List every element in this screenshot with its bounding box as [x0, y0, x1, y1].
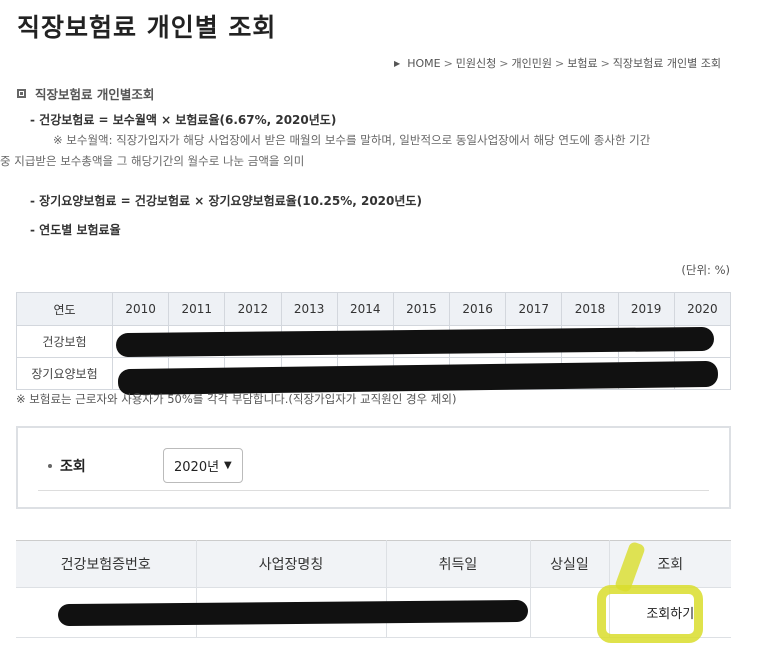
breadcrumb-separator: > [499, 56, 509, 70]
breadcrumb-item[interactable]: 개인민원 [512, 55, 552, 71]
rate-table-header-row: 연도 2010 2011 2012 2013 2014 2015 2016 20… [16, 292, 732, 326]
health-formula: - 건강보험료 = 보수월액 × 보험료율(6.67%, 2020년도) [30, 113, 337, 127]
breadcrumb-separator: > [554, 56, 565, 70]
salary-note: ※ 보수월액: 직장가입자가 해당 사업장에서 받은 매월의 보수를 말하며, … [0, 130, 651, 172]
year-cell: 2010 [111, 292, 170, 326]
search-label-text: 조회 [60, 459, 86, 475]
header-lost-date: 상실일 [530, 540, 610, 588]
page-title: 직장보험료 개인별 조회 [17, 13, 277, 42]
highlight-circle [597, 585, 703, 643]
salary-note-line1: ※ 보수월액: 직장가입자가 해당 사업장에서 받은 매월의 보수를 말하며, … [53, 133, 651, 147]
breadcrumb-separator: > [600, 56, 610, 70]
breadcrumb: ▶ HOME > 민원신청 > 개인민원 > 보험료 > 직장보험료 개인별 조회 [394, 55, 721, 71]
year-cell: 2014 [336, 292, 394, 326]
breadcrumb-separator: > [443, 56, 453, 70]
year-cell: 2017 [505, 292, 563, 326]
row-label-health: 건강보험 [16, 325, 113, 358]
square-bullet-icon [17, 89, 26, 98]
breadcrumb-current: 직장보험료 개인별 조회 [612, 57, 721, 70]
year-cell: 2016 [449, 292, 507, 326]
year-cell: 2020 [673, 292, 732, 326]
year-cell: 2018 [561, 292, 619, 326]
header-workplace: 사업장명칭 [196, 540, 387, 588]
year-select[interactable]: 2020년 ▼ [163, 448, 243, 483]
year-cell: 2013 [280, 292, 338, 326]
year-cell: 2015 [392, 292, 451, 326]
breadcrumb-home[interactable]: HOME [407, 57, 440, 70]
row-label-ltc: 장기요양보험 [16, 357, 113, 390]
year-select-value: 2020년 [174, 460, 220, 475]
header-acquired-date: 취득일 [386, 540, 531, 588]
footnote: ※ 보험료는 근로자와 사용자가 50%를 각각 부담합니다.(직장가입자가 교… [16, 392, 457, 406]
redaction-scribble [57, 599, 529, 627]
rate-by-year-label: - 연도별 보험료율 [30, 223, 121, 237]
search-panel: 조회 2020년 ▼ [16, 426, 731, 509]
section-title-text: 직장보험료 개인별조회 [35, 87, 155, 102]
breadcrumb-item[interactable]: 민원신청 [456, 55, 496, 71]
bullet-dot-icon [48, 464, 52, 468]
section-title: 직장보험료 개인별조회 [17, 84, 154, 103]
unit-label: (단위: %) [681, 263, 730, 277]
salary-note-line2: 중 지급받은 보수총액을 그 해당기간의 월수로 나눈 금액을 의미 [0, 154, 305, 168]
divider [38, 490, 709, 491]
breadcrumb-item[interactable]: 보험료 [567, 55, 597, 71]
breadcrumb-arrow-icon: ▶ [394, 58, 401, 68]
search-label: 조회 [48, 456, 86, 476]
chevron-down-icon: ▼ [224, 460, 232, 471]
year-header: 연도 [16, 292, 113, 326]
header-card-number: 건강보험증번호 [16, 540, 197, 588]
year-cell: 2012 [224, 292, 282, 326]
year-cell: 2019 [617, 292, 675, 326]
ltc-formula: - 장기요양보험료 = 건강보험료 × 장기요양보험료율(10.25%, 202… [30, 194, 422, 208]
year-cell: 2011 [168, 292, 226, 326]
